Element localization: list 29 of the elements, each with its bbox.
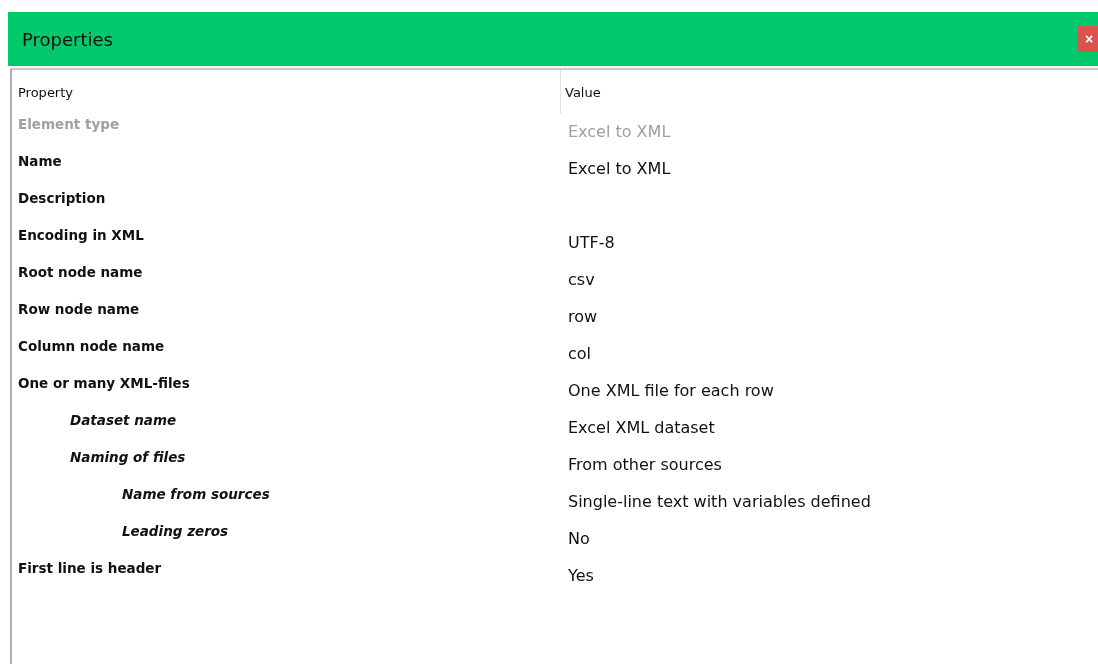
property-name: Column node name bbox=[18, 338, 165, 354]
property-value: Excel to XML bbox=[568, 122, 671, 141]
property-value: Excel to XML bbox=[568, 159, 671, 178]
property-name: Description bbox=[18, 190, 106, 206]
property-name: First line is header bbox=[18, 560, 162, 576]
property-name: Dataset name bbox=[70, 412, 177, 428]
property-value: csv bbox=[568, 270, 595, 289]
property-name: Name bbox=[18, 153, 62, 169]
property-name: Element type bbox=[18, 116, 120, 132]
property-name: Row node name bbox=[18, 301, 140, 317]
close-button[interactable]: × bbox=[1078, 26, 1098, 52]
property-value: No bbox=[568, 529, 590, 548]
property-name: Leading zeros bbox=[122, 523, 229, 539]
property-name: Naming of files bbox=[70, 449, 186, 465]
property-value: One XML file for each row bbox=[568, 381, 774, 400]
property-name: Encoding in XML bbox=[18, 227, 144, 243]
property-name: One or many XML-files bbox=[18, 375, 190, 391]
property-name: Name from sources bbox=[122, 486, 270, 502]
property-value: Single-line text with variables defined bbox=[568, 492, 871, 511]
property-name: Root node name bbox=[18, 264, 143, 280]
window-title: Properties bbox=[21, 28, 113, 50]
property-value: UTF-8 bbox=[568, 233, 615, 252]
column-header: Value bbox=[560, 70, 1098, 114]
property-value: From other sources bbox=[568, 455, 722, 474]
property-value: Yes bbox=[568, 566, 594, 585]
property-value: col bbox=[568, 344, 592, 363]
property-value: row bbox=[568, 307, 598, 326]
column-header: Property bbox=[17, 84, 74, 100]
property-value: Excel XML dataset bbox=[568, 418, 715, 437]
